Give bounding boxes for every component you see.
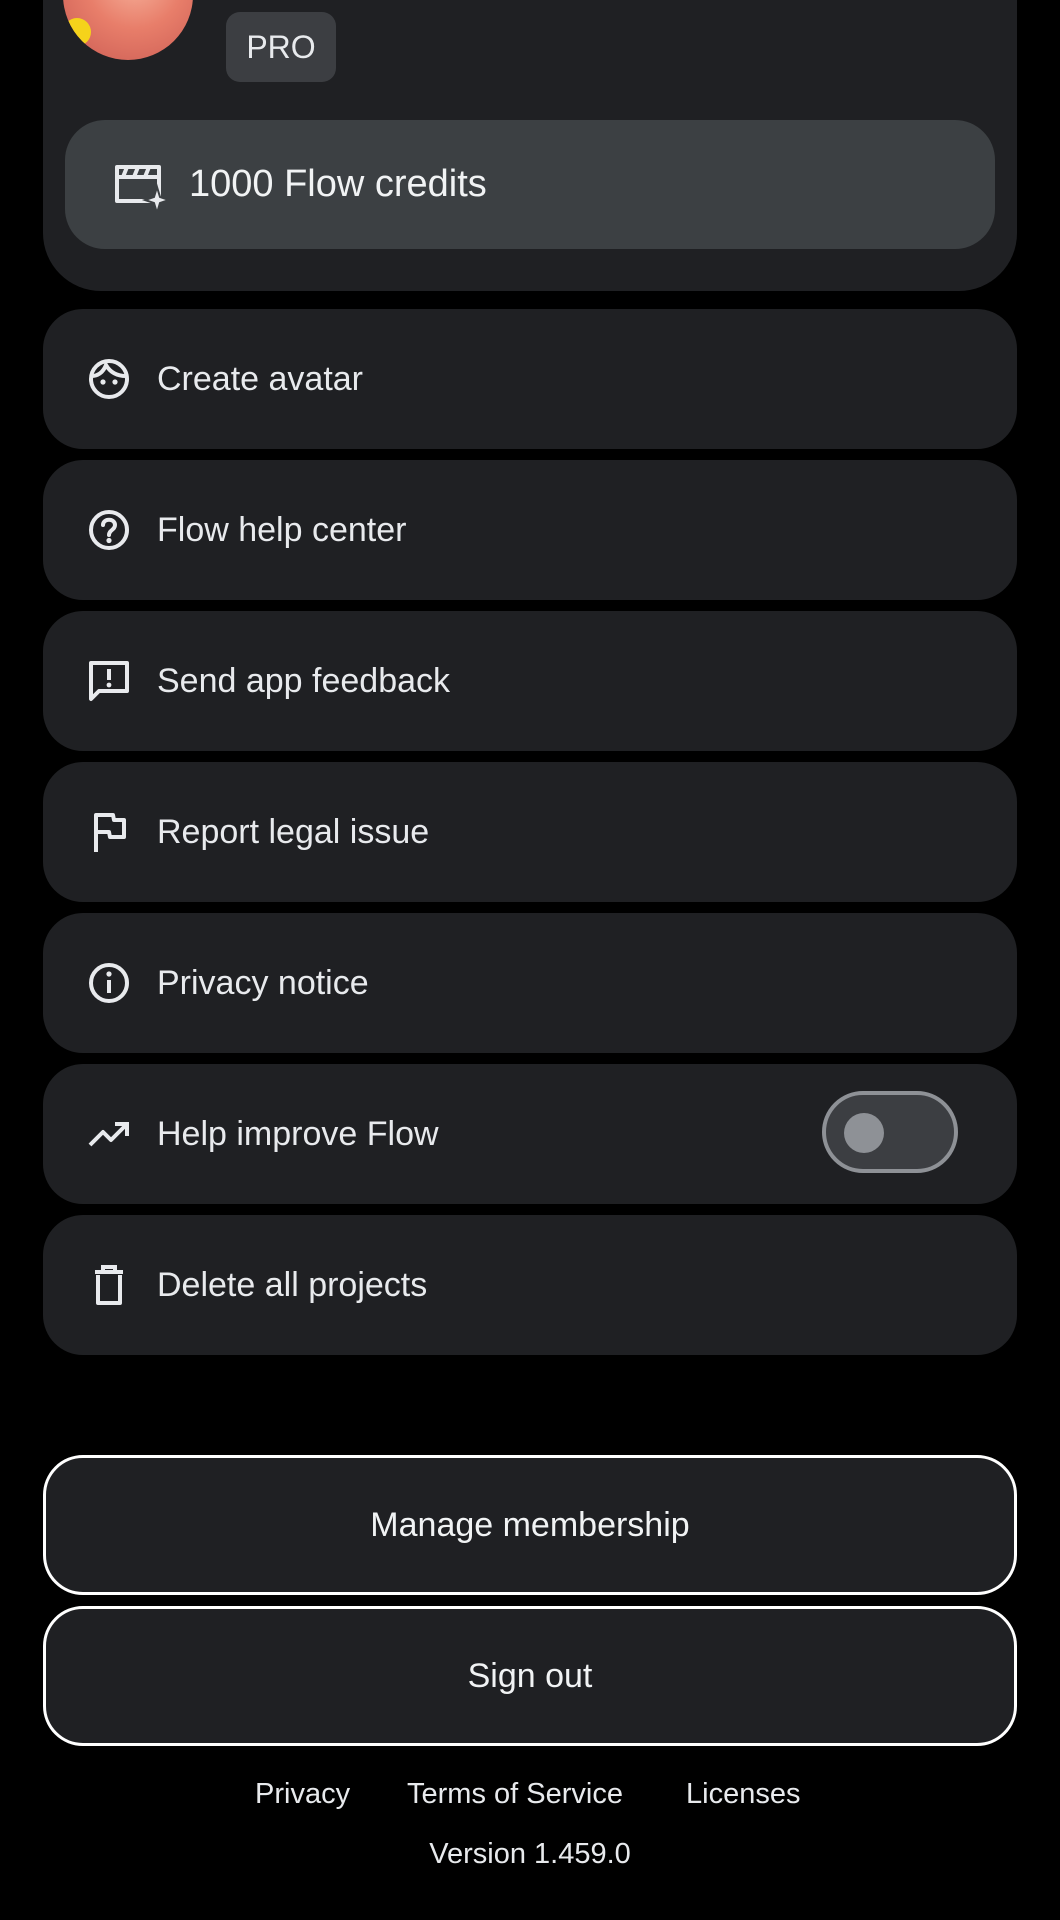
menu-label: Report legal issue bbox=[157, 812, 430, 851]
avatar[interactable] bbox=[63, 0, 193, 60]
menu-item-privacy-notice[interactable]: Privacy notice bbox=[43, 913, 1017, 1053]
menu-label: Flow help center bbox=[157, 510, 407, 549]
face-icon bbox=[87, 357, 131, 401]
flag-icon bbox=[87, 810, 131, 854]
version-text: Version 1.459.0 bbox=[429, 1838, 631, 1870]
help-improve-toggle[interactable] bbox=[822, 1091, 958, 1173]
credits-label: 1000 Flow credits bbox=[189, 163, 487, 205]
menu-item-create-avatar[interactable]: Create avatar bbox=[43, 309, 1017, 449]
footer-links: Privacy Terms of Service Licenses bbox=[0, 1778, 1060, 1818]
info-icon bbox=[87, 961, 131, 1005]
profile-card: PRO 1000 Flow credits bbox=[43, 0, 1017, 291]
licenses-link[interactable]: Licenses bbox=[686, 1778, 800, 1811]
menu-item-send-feedback[interactable]: Send app feedback bbox=[43, 611, 1017, 751]
feedback-icon bbox=[87, 659, 131, 703]
menu-label: Privacy notice bbox=[157, 963, 369, 1002]
trending-up-icon bbox=[87, 1112, 131, 1156]
menu-item-help-center[interactable]: Flow help center bbox=[43, 460, 1017, 600]
menu-label: Delete all projects bbox=[157, 1265, 428, 1304]
menu-label: Send app feedback bbox=[157, 661, 451, 700]
sign-out-button[interactable]: Sign out bbox=[43, 1606, 1017, 1746]
manage-membership-button[interactable]: Manage membership bbox=[43, 1455, 1017, 1595]
toggle-knob bbox=[844, 1113, 884, 1153]
help-circle-icon bbox=[87, 508, 131, 552]
privacy-link[interactable]: Privacy bbox=[255, 1778, 350, 1811]
pro-badge: PRO bbox=[226, 12, 336, 82]
terms-link[interactable]: Terms of Service bbox=[407, 1778, 623, 1811]
avatar-sticker bbox=[63, 18, 91, 46]
clapperboard-sparkle-icon bbox=[111, 157, 171, 213]
menu-item-help-improve[interactable]: Help improve Flow bbox=[43, 1064, 1017, 1204]
trash-icon bbox=[87, 1263, 131, 1307]
menu-item-delete-projects[interactable]: Delete all projects bbox=[43, 1215, 1017, 1355]
menu-label: Help improve Flow bbox=[157, 1114, 439, 1153]
menu-label: Create avatar bbox=[157, 359, 363, 398]
credits-button[interactable]: 1000 Flow credits bbox=[65, 120, 995, 249]
menu-item-report-legal[interactable]: Report legal issue bbox=[43, 762, 1017, 902]
